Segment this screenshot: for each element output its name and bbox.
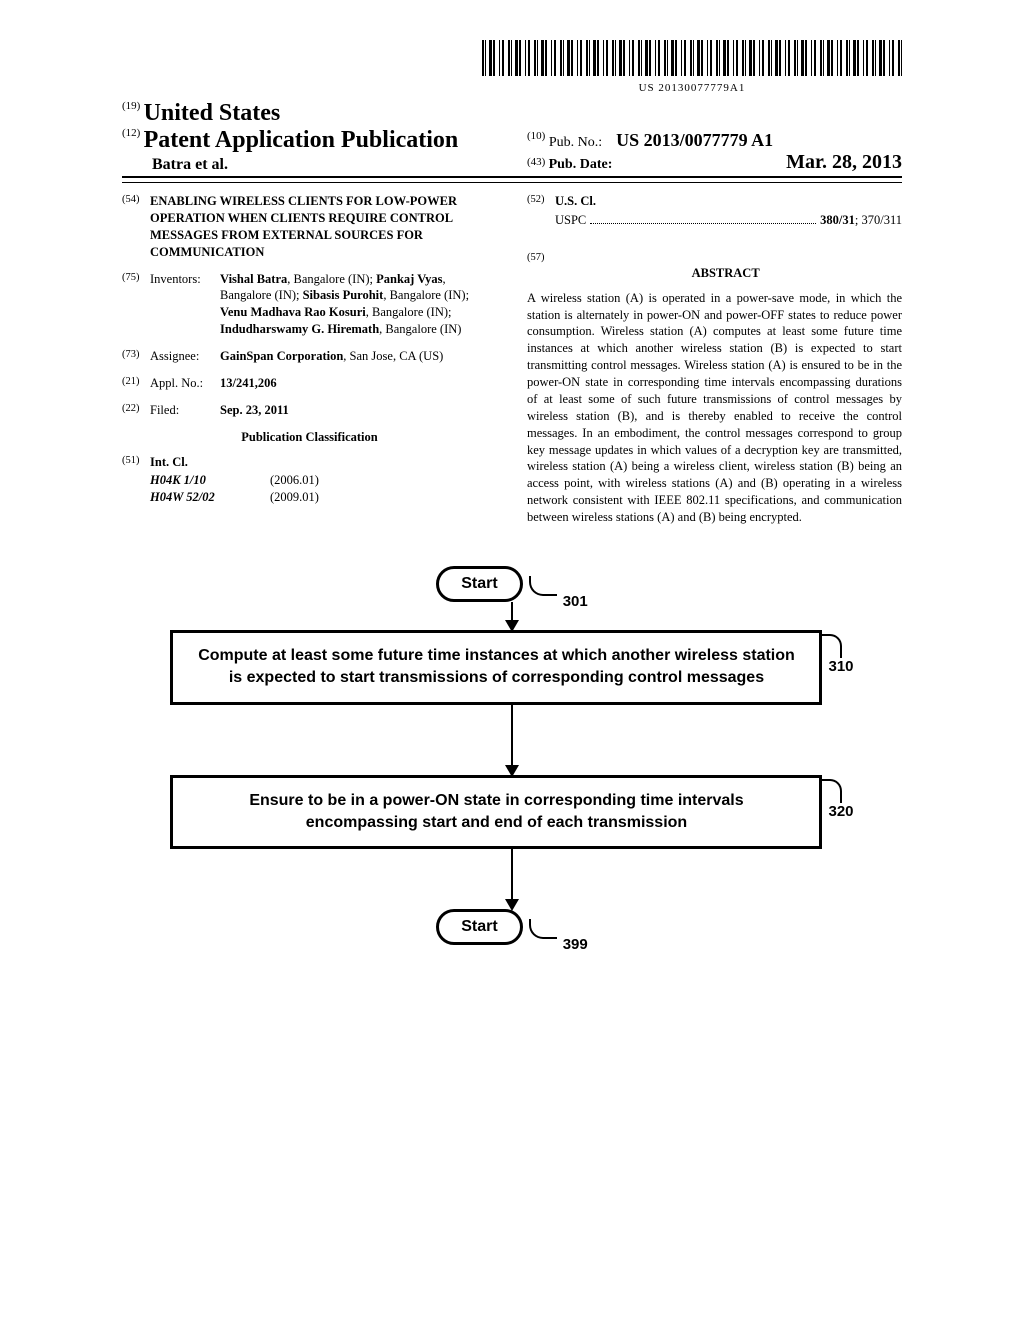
pub-no-label: Pub. No.: bbox=[549, 135, 602, 150]
header-rule bbox=[122, 182, 902, 183]
pub-date-num: (43) bbox=[527, 156, 545, 168]
assignee-value: GainSpan Corporation, San Jose, CA (US) bbox=[220, 348, 497, 365]
flow-step1-ref: 310 bbox=[828, 658, 853, 675]
arrow-down-icon bbox=[511, 849, 513, 909]
uspc-leader-dots bbox=[590, 213, 816, 224]
intcl-entry: (51) Int. Cl. bbox=[122, 454, 497, 471]
columns: (54) ENABLING WIRELESS CLIENTS FOR LOW-P… bbox=[122, 193, 902, 526]
intcl-num: (51) bbox=[122, 454, 150, 471]
callout-line bbox=[822, 779, 842, 803]
doc-type-num: (12) bbox=[122, 127, 140, 139]
filed-num: (22) bbox=[122, 402, 150, 419]
filed-entry: (22) Filed: Sep. 23, 2011 bbox=[122, 402, 497, 419]
callout-line bbox=[529, 576, 557, 596]
flow-step1-box: Compute at least some future time instan… bbox=[170, 630, 822, 705]
right-column: (52) U.S. Cl. USPC 380/31; 370/311 (57) … bbox=[527, 193, 902, 526]
barcode-area: US 20130077779A1 bbox=[122, 40, 902, 94]
arrow-down-icon bbox=[511, 602, 513, 630]
flow-step2-ref: 320 bbox=[828, 803, 853, 820]
flow-start-terminal: Start bbox=[436, 566, 522, 602]
intcl-label: Int. Cl. bbox=[150, 454, 188, 471]
pub-no-num: (10) bbox=[527, 130, 545, 142]
authors: Batra et al. bbox=[122, 156, 497, 174]
header-right: (10) Pub. No.: US 2013/0077779 A1 (43) P… bbox=[497, 130, 902, 174]
abstract-block: (57) ABSTRACT A wireless station (A) is … bbox=[527, 251, 902, 526]
appl-num: (21) bbox=[122, 375, 150, 392]
callout-line bbox=[822, 634, 842, 658]
appl-entry: (21) Appl. No.: 13/241,206 bbox=[122, 375, 497, 392]
intcl-code: H04K 1/10 bbox=[150, 472, 270, 489]
country-num: (19) bbox=[122, 100, 140, 112]
header-left: (19) United States (12) Patent Applicati… bbox=[122, 100, 497, 174]
classification-heading: Publication Classification bbox=[122, 429, 497, 446]
abstract-heading: ABSTRACT bbox=[558, 265, 893, 282]
pub-date-value: Mar. 28, 2013 bbox=[786, 151, 902, 174]
barcode-text: US 20130077779A1 bbox=[482, 82, 902, 94]
barcode-graphic bbox=[482, 40, 902, 76]
pub-date-label: Pub. Date: bbox=[549, 157, 613, 172]
flow-end-terminal: Start bbox=[436, 909, 522, 945]
flowchart: Start 301 Compute at least some future t… bbox=[152, 566, 872, 946]
patent-page: US 20130077779A1 (19) United States (12)… bbox=[62, 0, 962, 985]
doc-type: Patent Application Publication bbox=[144, 127, 459, 153]
flow-step2-row: Ensure to be in a power-ON state in corr… bbox=[152, 775, 872, 850]
appl-label: Appl. No.: bbox=[150, 375, 220, 392]
flow-start-ref: 301 bbox=[563, 593, 588, 610]
intcl-row: H04K 1/10 (2006.01) bbox=[150, 472, 497, 489]
title-num: (54) bbox=[122, 193, 150, 261]
intcl-row: H04W 52/02 (2009.01) bbox=[150, 489, 497, 506]
filed-label: Filed: bbox=[150, 402, 220, 419]
arrow-down-icon bbox=[511, 705, 513, 775]
flow-start-row: Start 301 bbox=[152, 566, 872, 602]
inventors-label: Inventors: bbox=[150, 271, 220, 339]
callout-line bbox=[529, 919, 557, 939]
uscl-entry: (52) U.S. Cl. bbox=[527, 193, 902, 210]
uscl-num: (52) bbox=[527, 193, 555, 210]
abstract-text: A wireless station (A) is operated in a … bbox=[527, 290, 902, 526]
intcl-code: H04W 52/02 bbox=[150, 489, 270, 506]
flow-end-row: Start 399 bbox=[152, 909, 872, 945]
filed-value: Sep. 23, 2011 bbox=[220, 402, 497, 419]
intcl-list: H04K 1/10 (2006.01) H04W 52/02 (2009.01) bbox=[122, 472, 497, 506]
assignee-label: Assignee: bbox=[150, 348, 220, 365]
title-entry: (54) ENABLING WIRELESS CLIENTS FOR LOW-P… bbox=[122, 193, 497, 261]
assignee-entry: (73) Assignee: GainSpan Corporation, San… bbox=[122, 348, 497, 365]
uspc-row: USPC 380/31; 370/311 bbox=[527, 212, 902, 229]
inventors-value: Vishal Batra, Bangalore (IN); Pankaj Vya… bbox=[220, 271, 497, 339]
flow-step1-row: Compute at least some future time instan… bbox=[152, 630, 872, 705]
abstract-num: (57) bbox=[527, 251, 555, 265]
inventors-entry: (75) Inventors: Vishal Batra, Bangalore … bbox=[122, 271, 497, 339]
intcl-year: (2009.01) bbox=[270, 489, 319, 506]
assignee-num: (73) bbox=[122, 348, 150, 365]
header: (19) United States (12) Patent Applicati… bbox=[122, 100, 902, 178]
uspc-value: 380/31; 370/311 bbox=[820, 212, 902, 229]
country: United States bbox=[144, 100, 281, 126]
flow-end-ref: 399 bbox=[563, 936, 588, 953]
inventors-num: (75) bbox=[122, 271, 150, 339]
uspc-prefix: USPC bbox=[555, 212, 586, 229]
pub-no-value: US 2013/0077779 A1 bbox=[616, 130, 773, 150]
left-column: (54) ENABLING WIRELESS CLIENTS FOR LOW-P… bbox=[122, 193, 497, 526]
flow-step2-box: Ensure to be in a power-ON state in corr… bbox=[170, 775, 822, 850]
uscl-label: U.S. Cl. bbox=[555, 193, 596, 210]
appl-value: 13/241,206 bbox=[220, 375, 497, 392]
invention-title: ENABLING WIRELESS CLIENTS FOR LOW-POWER … bbox=[150, 193, 497, 261]
intcl-year: (2006.01) bbox=[270, 472, 319, 489]
